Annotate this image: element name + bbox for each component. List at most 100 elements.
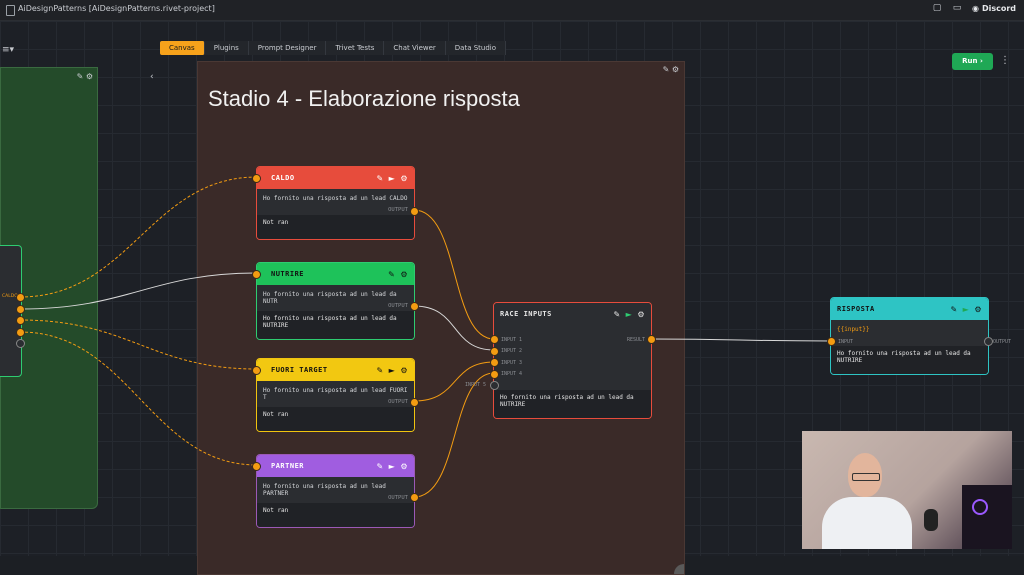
pc-case <box>962 485 1012 549</box>
node-actions[interactable]: ✎ ► ⚙ <box>613 310 645 319</box>
gear-icon[interactable]: ⚙ <box>400 462 408 471</box>
webcam-overlay <box>802 431 1012 549</box>
pin-icon[interactable]: ✎ <box>950 305 957 314</box>
input-port[interactable] <box>490 335 499 344</box>
output-port[interactable] <box>984 337 993 346</box>
node-title: NUTRIRE <box>271 270 305 278</box>
result-line: NUTRIRE <box>500 401 526 408</box>
pin-icon[interactable]: ✎ <box>376 366 383 375</box>
pc-fan-ring <box>972 499 988 515</box>
play-icon[interactable]: ► <box>389 462 396 471</box>
node-result: Ho fornito una risposta ad un lead da NUT… <box>831 346 988 374</box>
wire-caldo-race <box>413 209 495 340</box>
input-port[interactable] <box>490 370 499 379</box>
node-caldo[interactable]: CALDO ✎ ► ⚙ Ho fornito una risposta ad un l… <box>256 166 415 240</box>
result-line: Ho fornito una risposta ad un lead da <box>837 350 971 357</box>
output-port[interactable] <box>410 207 419 216</box>
node-nutrire[interactable]: NUTRIRE ✎ ⚙ Ho fornito una risposta ad un … <box>256 262 415 340</box>
node-text: Ho fornito una risposta ad un lead FUORI… <box>263 387 408 401</box>
input-port[interactable] <box>252 174 261 183</box>
pin-icon[interactable]: ✎ <box>613 310 620 319</box>
port-label: OUTPUT <box>993 339 1012 345</box>
wire-fuori <box>19 319 258 370</box>
output-port[interactable] <box>16 305 25 314</box>
input-port[interactable] <box>252 462 261 471</box>
node-partner[interactable]: PARTNER ✎ ► ⚙ Ho fornito una risposta ad un… <box>256 454 415 528</box>
wire-race-risposta <box>650 338 832 342</box>
play-icon[interactable]: ► <box>389 174 396 183</box>
result-line: Ho fornito una risposta ad un lead da <box>263 315 397 322</box>
gear-icon[interactable]: ⚙ <box>400 174 408 183</box>
input-port[interactable] <box>252 366 261 375</box>
port-label: INPUT 3 <box>501 360 523 366</box>
input-port[interactable] <box>827 337 836 346</box>
node-result: Ho fornito una risposta ad un lead da NUT… <box>257 311 414 339</box>
port-label: INPUT 1 <box>501 337 523 343</box>
output-port[interactable] <box>410 302 419 311</box>
gear-icon[interactable]: ⚙ <box>637 310 645 319</box>
pin-icon[interactable]: ✎ <box>376 174 383 183</box>
wire-partner-race <box>413 372 495 498</box>
port-label: INPUT 2 <box>501 348 523 354</box>
output-port[interactable] <box>16 328 25 337</box>
output-label: OUTPUT <box>388 495 408 501</box>
node-title: PARTNER <box>271 462 305 470</box>
node-title: FUORI TARGET <box>271 366 328 374</box>
node-text: Ho fornito una risposta ad un lead CALDO <box>263 195 408 202</box>
play-icon[interactable]: ► <box>626 310 633 319</box>
node-actions[interactable]: ✎ ► ⚙ <box>376 366 408 375</box>
output-port[interactable] <box>647 335 656 344</box>
node-risposta[interactable]: RISPOSTA ✎ ► ⚙ {{input}} INPUT Ho fornito u… <box>830 297 989 375</box>
node-text: Ho fornito una risposta ad un lead PARTN… <box>263 483 386 497</box>
gear-icon[interactable]: ⚙ <box>400 366 408 375</box>
node-status: Not ran <box>257 503 414 527</box>
node-actions[interactable]: ✎ ⚙ <box>388 270 408 279</box>
node-title: RACE INPUTS <box>500 310 552 318</box>
pin-icon[interactable]: ✎ <box>376 462 383 471</box>
play-icon[interactable]: ► <box>963 305 970 314</box>
node-template: {{input}} <box>837 326 870 333</box>
result-label: RESULT <box>626 337 645 343</box>
output-port[interactable] <box>410 398 419 407</box>
node-status: Not ran <box>257 407 414 431</box>
microphone <box>924 509 938 531</box>
pin-icon[interactable]: ✎ <box>388 270 395 279</box>
result-line: NUTRIRE <box>837 357 863 364</box>
person-glasses <box>852 473 880 481</box>
wire-caldo <box>19 176 258 298</box>
node-actions[interactable]: ✎ ► ⚙ <box>950 305 982 314</box>
output-port[interactable] <box>16 316 25 325</box>
gear-icon[interactable]: ⚙ <box>974 305 982 314</box>
play-icon[interactable]: ► <box>389 366 396 375</box>
output-port[interactable] <box>16 293 25 302</box>
port-label: INPUT <box>838 339 854 345</box>
group-resize-handle[interactable] <box>674 564 684 574</box>
output-label: OUTPUT <box>388 207 408 213</box>
output-label: OUTPUT <box>388 399 408 405</box>
output-label: OUTPUT <box>388 303 408 309</box>
node-actions[interactable]: ✎ ► ⚙ <box>376 174 408 183</box>
port-label: INPUT 5 <box>465 382 487 388</box>
port-label: INPUT 4 <box>501 371 523 377</box>
input-port[interactable] <box>490 347 499 356</box>
result-line: Ho fornito una risposta ad un lead da <box>500 394 634 401</box>
wire-partner <box>19 331 258 466</box>
output-port[interactable] <box>410 493 419 502</box>
node-text: Ho fornito una risposta ad un lead da NU… <box>263 291 397 305</box>
node-status: Not ran <box>257 215 414 239</box>
input-port[interactable] <box>252 270 261 279</box>
gear-icon[interactable]: ⚙ <box>400 270 408 279</box>
person-shirt <box>822 497 912 549</box>
wire-nutrire-race <box>413 305 495 351</box>
node-race-inputs[interactable]: RACE INPUTS ✎ ► ⚙ INPUT 1 INPUT 2 INPUT 3 I… <box>493 302 652 419</box>
output-port-empty[interactable] <box>16 339 25 348</box>
node-actions[interactable]: ✎ ► ⚙ <box>376 462 408 471</box>
wire-nutrire <box>19 272 258 310</box>
node-fuori-target[interactable]: FUORI TARGET ✎ ► ⚙ Ho fornito una risposta … <box>256 358 415 432</box>
node-title: CALDO <box>271 174 295 182</box>
input-port-empty[interactable] <box>490 381 499 390</box>
result-line: NUTRIRE <box>263 322 289 329</box>
node-title: RISPOSTA <box>837 305 875 313</box>
input-port[interactable] <box>490 358 499 367</box>
node-result: Ho fornito una risposta ad un lead da NUT… <box>494 390 651 418</box>
